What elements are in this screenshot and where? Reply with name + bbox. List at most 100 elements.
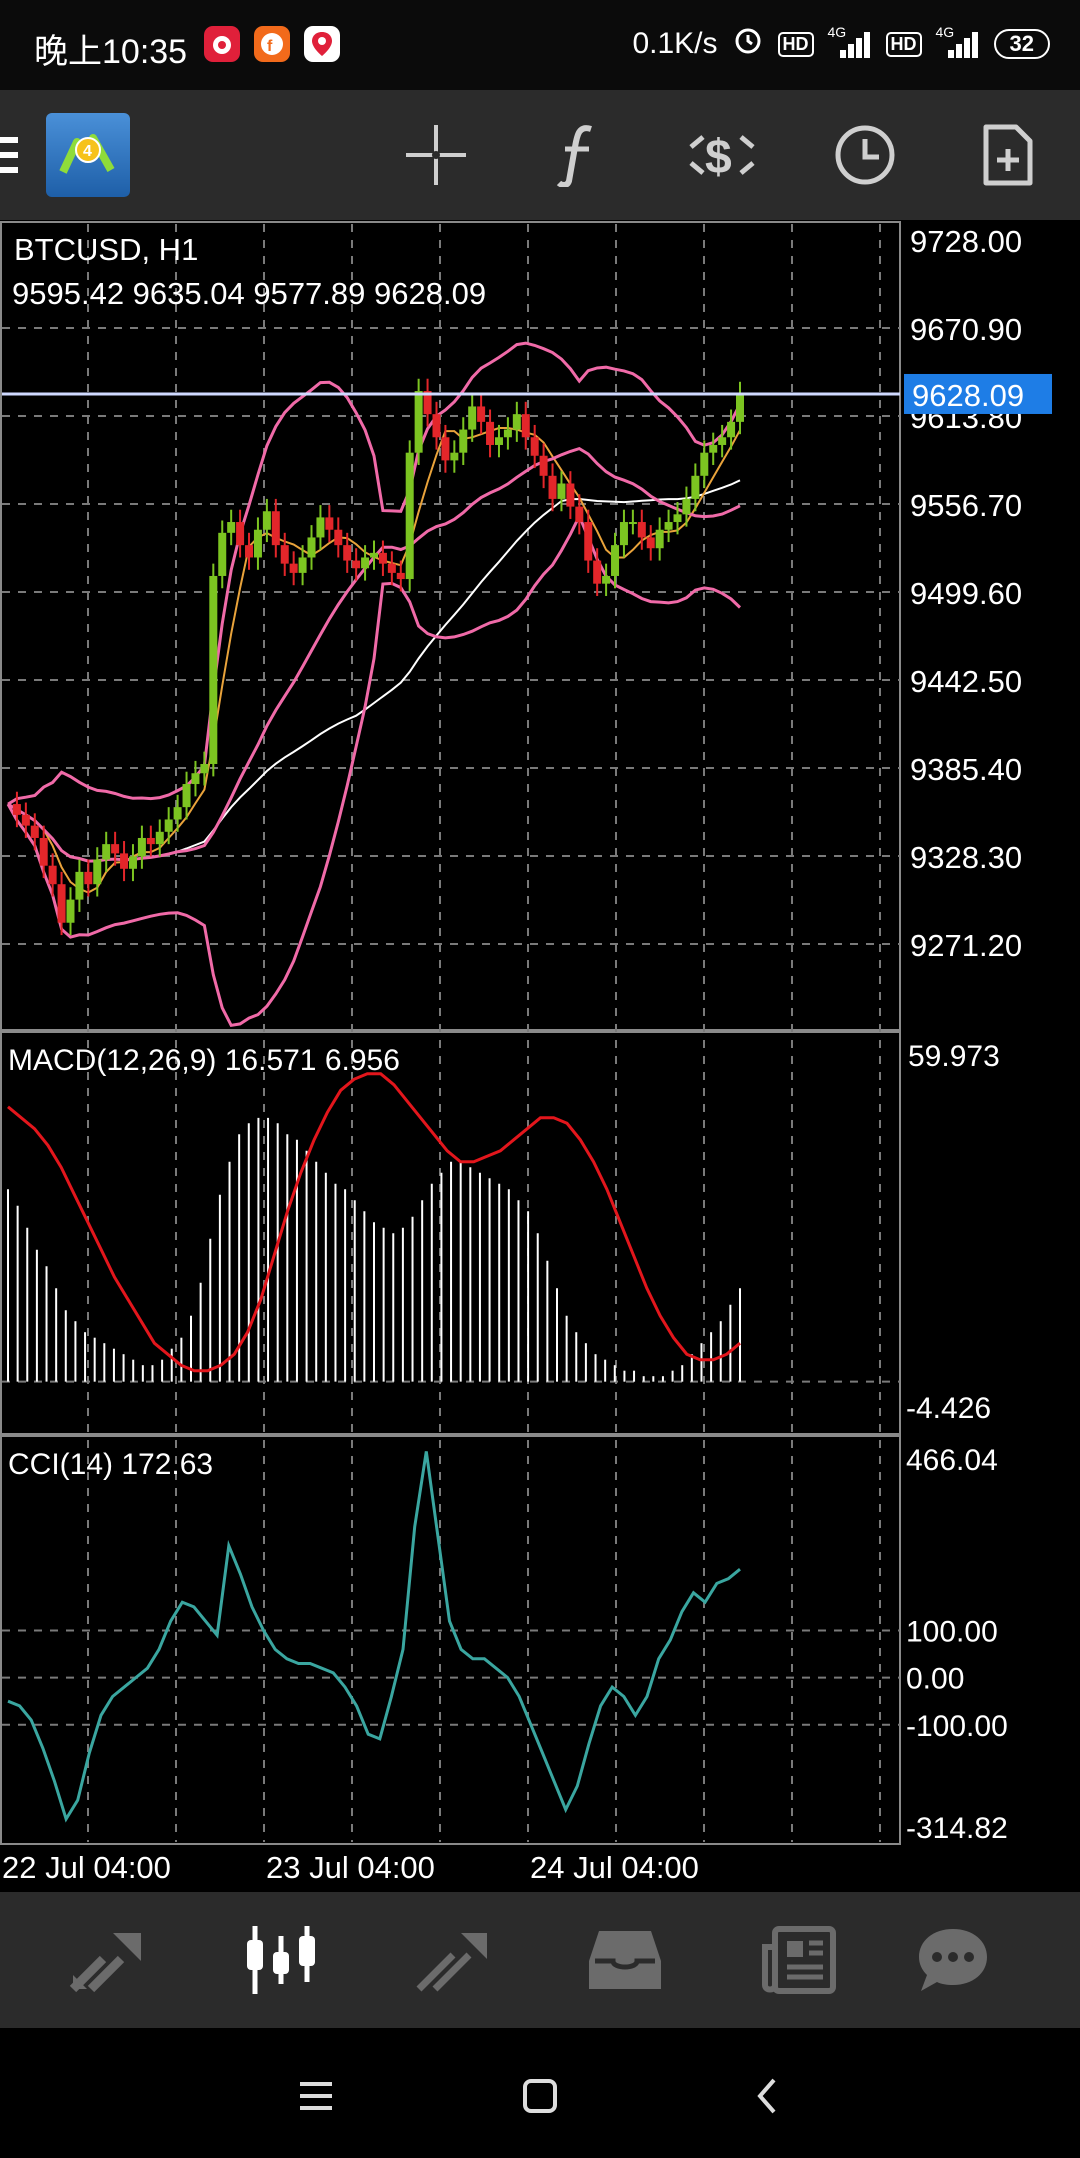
candle-body [370,552,378,558]
candle-body [432,414,441,438]
candle-body [468,406,477,430]
chart-icon[interactable] [236,1922,326,1998]
ohlc-label: 9595.42 9635.04 9577.89 9628.09 [12,276,486,311]
cci-axis-label: -100.00 [906,1710,1008,1743]
signal-icon-2: 4G [936,24,980,58]
candle-body [486,421,495,445]
candle-body [343,545,352,561]
macd-label: MACD(12,26,9) 16.571 6.956 [8,1044,400,1077]
candle-body [361,557,370,569]
candle-body [120,853,129,869]
candle-body [48,865,57,885]
macd-panel [7,1072,741,1382]
candle-body [280,545,289,564]
metatrader4-logo[interactable]: 4 [46,113,130,197]
candle-body [298,557,307,573]
candle-body [602,575,611,584]
candle-body [477,406,486,422]
macd-axis-label: 59.973 [908,1040,1000,1073]
candle-body [39,837,48,866]
timeframe-clock-icon[interactable] [825,115,905,195]
candle-body [218,532,227,576]
candle-body [512,414,521,430]
home-icon[interactable] [510,2066,570,2126]
candle-body [566,483,575,507]
candle-body [173,807,182,820]
time-axis-label: 22 Jul 04:00 [2,1850,171,1885]
candle-body [334,529,343,546]
candle-body [584,522,593,561]
battery-indicator: 32 [993,29,1050,59]
network-type: 4G [827,24,847,40]
candle-body [396,572,405,580]
candle-body [12,804,21,815]
slow-ma-line [7,479,741,863]
time-axis-label: 24 Jul 04:00 [530,1850,699,1885]
candle-body [191,773,200,785]
candle-body [325,517,334,530]
candle-body [646,537,655,549]
svg-text:f: f [267,38,273,55]
new-order-icon[interactable] [968,115,1048,195]
candle-body [655,529,664,549]
svg-text:$: $ [705,131,732,184]
candle-body [441,437,450,461]
candle-body [459,429,468,453]
trade-nav-icon[interactable] [408,1922,498,1998]
candle-body [182,784,191,808]
candle-body [718,437,727,445]
back-icon[interactable] [738,2066,798,2126]
candle-body [245,545,254,558]
recents-icon[interactable] [286,2066,346,2126]
candle-body [236,522,245,546]
cci-axis-label: -314.82 [906,1812,1008,1845]
candle-body [111,844,120,854]
history-icon[interactable] [580,1922,670,1998]
crosshair-icon[interactable] [396,115,476,195]
candle-body [673,514,682,523]
candle-body [102,844,111,860]
candle-body [146,837,155,845]
trade-icon[interactable]: $ [682,115,762,195]
candle-body [66,899,75,923]
candle-body [682,498,691,515]
symbol-label: BTCUSD, H1 [14,232,198,267]
candle-body [307,537,316,558]
price-axis-label: 9328.30 [910,840,1022,875]
candle-body [664,522,673,530]
status-right: 0.1K/s HD 4G HD 4G 32 [632,24,1050,64]
quotes-icon[interactable] [62,1922,152,1998]
indicators-icon[interactable] [538,115,618,195]
cci-axis-label: 0.00 [906,1663,964,1696]
macd-axis-label: -4.426 [906,1392,991,1425]
candle-body [539,455,548,476]
current-price-value: 9628.09 [912,378,1024,413]
cci-panel [7,1451,741,1823]
candle-body [209,575,218,764]
candle-body [736,394,744,422]
upper-band-line [7,341,742,806]
price-axis-label: 9271.20 [910,928,1022,963]
candle-body [30,825,39,838]
price-axis-label: 9670.90 [910,312,1022,347]
candle-body [521,414,530,438]
candle-body [691,475,700,499]
status-bar: 晚上10:35 f 0.1K/s HD 4G HD 4G 32 [0,0,1080,90]
bottom-nav [0,1892,1080,2028]
chart-grid [0,221,901,1845]
candle-body [378,552,387,564]
chart-canvas[interactable]: 9728.009670.909613.809556.709499.609442.… [0,220,1080,1892]
chart-area[interactable]: 9728.00 9670.90 9613.80 9556.70 9499.60 9442.… [0,220,1080,1892]
weibo-icon [204,26,240,62]
news-icon[interactable] [754,1922,844,1998]
candle-body [414,391,423,453]
price-axis-label: 9385.40 [910,752,1022,787]
menu-icon[interactable] [0,115,40,195]
candle-body [503,429,512,438]
hd-badge-2: HD [885,31,922,57]
candle-body [316,517,325,538]
candle-body [387,563,396,573]
cci-line [7,1451,741,1823]
messages-icon[interactable] [908,1922,998,1998]
candle-body [593,560,602,584]
